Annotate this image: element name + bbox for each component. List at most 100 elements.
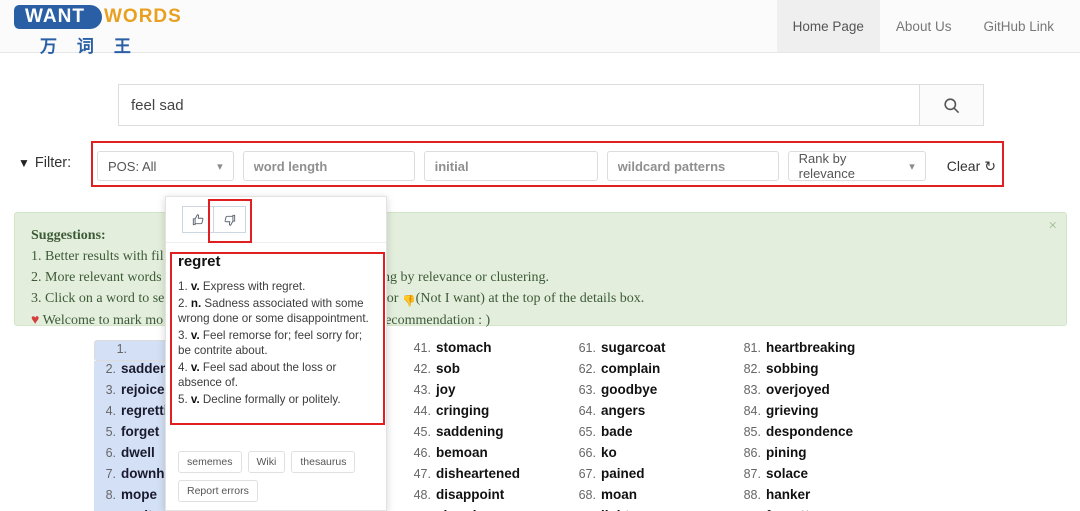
thesaurus-button[interactable]: thesaurus [291, 451, 356, 473]
word-label[interactable]: disappoint [436, 487, 504, 502]
word-list-item[interactable]: 47. disheartened [409, 466, 574, 487]
report-errors-button[interactable]: Report errors [178, 480, 258, 502]
word-length-input[interactable] [242, 151, 415, 181]
word-label[interactable]: bemoan [436, 445, 488, 460]
word-label[interactable]: pining [766, 445, 807, 460]
word-list-item[interactable]: 48. disappoint [409, 487, 574, 508]
word-label[interactable]: mope [121, 487, 157, 502]
suggestion-line-2-right: nking by relevance or clustering. [365, 270, 550, 285]
thumbs-up-button[interactable] [182, 206, 214, 233]
search-button[interactable] [919, 84, 984, 126]
word-index: 61. [578, 341, 596, 355]
word-label[interactable]: overjoyed [766, 382, 830, 397]
word-list-item[interactable]: 62. complain [574, 361, 739, 382]
word-list-item[interactable]: 83. overjoyed [739, 382, 904, 403]
word-label[interactable]: angers [601, 403, 645, 418]
word-list-item[interactable]: 81. heartbreaking [739, 340, 904, 361]
word-index: 65. [578, 425, 596, 439]
logo-want: WANT [14, 5, 102, 29]
close-icon[interactable]: × [1049, 219, 1057, 234]
search-bar [118, 84, 984, 126]
word-label[interactable]: complain [601, 361, 660, 376]
word-label[interactable]: forget [121, 424, 159, 439]
word-label[interactable]: sobbing [766, 361, 819, 376]
nav-item-home-page[interactable]: Home Page [776, 0, 880, 52]
word-list-item[interactable]: 64. angers [574, 403, 739, 424]
word-index: 62. [578, 362, 596, 376]
word-list-item[interactable]: 45. saddening [409, 424, 574, 445]
word-list-item[interactable]: 42. sob [409, 361, 574, 382]
search-icon [944, 97, 960, 113]
word-label[interactable]: sob [436, 361, 460, 376]
definition-number: 3. [178, 328, 191, 342]
word-label[interactable]: pained [601, 466, 645, 481]
word-label[interactable]: saddening [436, 424, 504, 439]
word-list-item[interactable]: 41. stomach [409, 340, 574, 361]
pos-select[interactable]: POS: All ▾ [97, 151, 234, 181]
site-logo[interactable]: WANT WORDS 万 词 王 [14, 4, 204, 57]
word-list-item[interactable]: 66. ko [574, 445, 739, 466]
search-input[interactable] [118, 84, 919, 126]
word-index: 2. [105, 362, 116, 376]
heart-icon: ♥ [31, 313, 40, 328]
word-index: 8. [105, 488, 116, 502]
initial-input[interactable] [423, 151, 598, 181]
word-label[interactable]: hanker [766, 487, 810, 502]
word-label[interactable]: grieving [766, 403, 819, 418]
wiki-button[interactable]: Wiki [247, 451, 286, 473]
word-list-item[interactable]: 43. joy [409, 382, 574, 403]
suggestion-line-4-left: Welcome to mark mo [42, 313, 164, 328]
word-label[interactable]: ko [601, 445, 617, 460]
word-list-item[interactable]: 65. bade [574, 424, 739, 445]
thumbs-down-button[interactable] [214, 206, 246, 233]
rank-select-value: Rank by relevance [798, 151, 855, 181]
word-list-item[interactable]: 67. pained [574, 466, 739, 487]
definition-pos: n. [190, 296, 205, 310]
word-label[interactable]: heartbreaking [766, 340, 855, 355]
nav-item-about-us[interactable]: About Us [880, 0, 968, 52]
word-index: 44. [413, 404, 431, 418]
funnel-icon: ▼ [18, 156, 30, 170]
word-list-item[interactable]: 46. bemoan [409, 445, 574, 466]
top-navbar: WANT WORDS 万 词 王 Home Page About Us GitH… [0, 0, 1080, 57]
word-list-item[interactable]: 88. hanker [739, 487, 904, 508]
word-list-item[interactable]: 61. sugarcoat [574, 340, 739, 361]
word-label[interactable]: dwell [121, 445, 155, 460]
word-index: 7. [105, 467, 116, 481]
word-label[interactable]: disheartened [436, 466, 520, 481]
word-label[interactable]: joy [436, 382, 456, 397]
word-label[interactable]: solace [766, 466, 808, 481]
word-list-item[interactable]: 86. pining [739, 445, 904, 466]
word-list-item[interactable]: 82. sobbing [739, 361, 904, 382]
nav-item-github-link[interactable]: GitHub Link [967, 0, 1070, 52]
word-label[interactable]: stomach [436, 340, 492, 355]
popup-chip-row: sememes Wiki thesaurus [178, 451, 378, 473]
word-label[interactable]: cringing [436, 403, 489, 418]
word-label[interactable]: sugarcoat [601, 340, 666, 355]
word-index: 42. [413, 362, 431, 376]
clear-button[interactable]: Clear ↻ [941, 157, 1002, 176]
word-index: 86. [743, 446, 761, 460]
word-index: 1. [116, 342, 127, 356]
word-label[interactable]: rejoice [121, 382, 165, 397]
word-list-item[interactable]: 87. solace [739, 466, 904, 487]
word-label[interactable]: despondence [766, 424, 853, 439]
word-list-item[interactable]: 68. moan [574, 487, 739, 508]
rank-select[interactable]: Rank by relevance ▾ [787, 151, 926, 181]
results-column-4: 81. heartbreaking 82. sobbing 83. overjoyed 84… [739, 340, 904, 511]
word-index: 68. [578, 488, 596, 502]
word-list-item[interactable]: 85. despondence [739, 424, 904, 445]
word-label[interactable]: goodbye [601, 382, 657, 397]
definition-number: 1. [178, 280, 191, 293]
word-list-item[interactable]: 84. grieving [739, 403, 904, 424]
popup-feedback-bar [166, 197, 386, 243]
chevron-down-icon: ▾ [909, 160, 915, 173]
sememes-button[interactable]: sememes [178, 451, 242, 473]
word-index: 4. [105, 404, 116, 418]
word-list-item[interactable]: 63. goodbye [574, 382, 739, 403]
word-list-item[interactable]: 44. cringing [409, 403, 574, 424]
wildcard-patterns-input[interactable] [606, 151, 779, 181]
word-label[interactable]: sadden [121, 361, 168, 376]
word-label[interactable]: moan [601, 487, 637, 502]
word-label[interactable]: bade [601, 424, 633, 439]
